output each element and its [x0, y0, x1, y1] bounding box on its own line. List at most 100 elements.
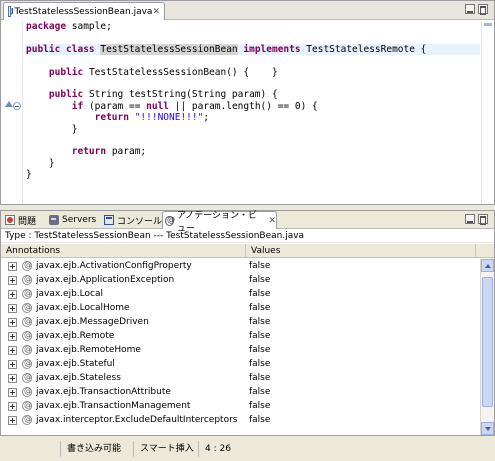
annotation-cell: javax.ejb.Stateful: [1, 358, 246, 369]
annotation-icon: [22, 414, 32, 425]
code-line[interactable]: public String testString(String param) {: [26, 89, 480, 100]
code-line[interactable]: if (param == null || param.length() == 0…: [26, 101, 480, 112]
code-token: }: [26, 169, 32, 181]
tab-servers[interactable]: Servers: [47, 211, 96, 229]
code-line[interactable]: return "!!!NONE!!!";: [26, 112, 480, 123]
table-row[interactable]: javax.ejb.MessageDriven false: [1, 315, 480, 329]
annotation-value: false: [249, 261, 271, 271]
scroll-up-icon[interactable]: [481, 259, 494, 272]
override-marker-icon[interactable]: [5, 101, 13, 107]
status-spacer: [0, 441, 60, 457]
code-token: return: [71, 146, 107, 158]
annotation-value: false: [249, 303, 271, 313]
code-line[interactable]: }: [26, 158, 480, 169]
scroll-down-icon[interactable]: [481, 422, 494, 435]
minimize-icon[interactable]: [465, 4, 475, 14]
maximize-icon[interactable]: [478, 4, 488, 14]
code-token: implements: [243, 43, 301, 55]
tab-annotation-view[interactable]: アノテーション・ビュー ✕: [162, 211, 277, 234]
servers-icon: [49, 215, 59, 225]
panel-tab-bar: 問題 Servers コンソール アノテーション・ビュー ✕: [1, 211, 494, 234]
java-editor: TestStatelessSessionBean.java ✕ package …: [0, 0, 495, 205]
table-row[interactable]: javax.ejb.Remote false: [1, 329, 480, 343]
scroll-thumb[interactable]: [482, 277, 493, 407]
expand-icon[interactable]: [8, 331, 17, 341]
table-row[interactable]: javax.ejb.TransactionManagement false: [1, 399, 480, 413]
annotations-table: Annotations Values javax.ejb.ActivationC…: [1, 244, 494, 435]
annotation-icon: [22, 386, 32, 397]
table-row[interactable]: javax.ejb.LocalHome false: [1, 301, 480, 315]
annotation-name: javax.ejb.TransactionAttribute: [36, 387, 171, 397]
expand-icon[interactable]: [8, 387, 17, 397]
expand-icon[interactable]: [8, 345, 17, 355]
code-token: null: [146, 100, 170, 112]
annotation-icon: [22, 288, 32, 299]
annotation-value: false: [249, 387, 271, 397]
editor-tab-label: TestStatelessSessionBean.java: [14, 6, 153, 17]
close-icon[interactable]: ✕: [268, 216, 276, 226]
table-row[interactable]: javax.ejb.RemoteHome false: [1, 343, 480, 357]
annotation-icon: [22, 260, 32, 271]
expand-icon[interactable]: [8, 317, 17, 327]
annotation-name: javax.ejb.LocalHome: [36, 303, 130, 313]
editor-tab[interactable]: TestStatelessSessionBean.java ✕: [3, 2, 165, 20]
table-row[interactable]: javax.ejb.ActivationConfigProperty false: [1, 259, 480, 273]
table-row[interactable]: javax.interceptor.ExcludeDefaultIntercep…: [1, 413, 480, 427]
code-token: sample;: [66, 21, 112, 32]
code-line[interactable]: [26, 135, 480, 146]
overview-ruler: [481, 21, 494, 204]
expand-icon[interactable]: [8, 401, 17, 411]
status-insert-mode: スマート挿入: [133, 441, 198, 457]
tab-problems[interactable]: 問題: [3, 211, 36, 229]
tab-console[interactable]: コンソール: [102, 211, 162, 229]
expand-icon[interactable]: [8, 275, 17, 285]
code-line[interactable]: [26, 32, 480, 43]
annotation-cell: javax.ejb.ActivationConfigProperty: [1, 260, 246, 271]
code-token: package: [26, 21, 67, 32]
annotation-value: false: [249, 401, 271, 411]
code-token: public: [48, 89, 84, 101]
close-icon[interactable]: ✕: [152, 7, 160, 17]
table-row[interactable]: javax.ejb.Local false: [1, 287, 480, 301]
expand-icon[interactable]: [8, 359, 17, 369]
annotation-name: javax.ejb.Remote: [36, 331, 115, 341]
maximize-icon[interactable]: [478, 214, 488, 224]
code-line[interactable]: package sample;: [26, 21, 480, 32]
expand-icon[interactable]: [8, 261, 17, 271]
code-line[interactable]: public class TestStatelessSessionBean im…: [26, 43, 480, 56]
table-row[interactable]: javax.ejb.Stateless false: [1, 371, 480, 385]
vertical-scrollbar[interactable]: [480, 259, 494, 435]
column-header-values[interactable]: Values: [246, 244, 476, 258]
tab-problems-label: 問題: [18, 216, 37, 227]
editor-body[interactable]: package sample; public class TestStateles…: [1, 21, 494, 204]
expand-icon[interactable]: [8, 289, 17, 299]
fold-collapse-icon[interactable]: [13, 102, 21, 110]
expand-icon[interactable]: [8, 415, 17, 425]
table-row[interactable]: javax.ejb.ApplicationException false: [1, 273, 480, 287]
code-line[interactable]: return param;: [26, 146, 480, 157]
status-cursor-position: 4 : 26: [198, 441, 278, 457]
code-line[interactable]: [26, 78, 480, 89]
console-icon: [104, 215, 114, 225]
code-line[interactable]: public TestStatelessSessionBean() { }: [26, 67, 480, 78]
table-row[interactable]: javax.ejb.TransactionAttribute false: [1, 385, 480, 399]
column-header-annotations[interactable]: Annotations: [1, 244, 246, 258]
annotation-cell: javax.ejb.MessageDriven: [1, 316, 246, 327]
annotation-name: javax.ejb.Stateless: [36, 373, 121, 383]
expand-icon[interactable]: [8, 303, 17, 313]
panel-window-controls: [465, 214, 488, 224]
table-row[interactable]: javax.ejb.Stateful false: [1, 357, 480, 371]
minimize-icon[interactable]: [465, 214, 475, 224]
code-token: TestStatelessSessionBean: [100, 43, 238, 55]
annotation-icon: [22, 302, 32, 313]
code-line[interactable]: }: [26, 169, 480, 180]
expand-icon[interactable]: [8, 373, 17, 383]
annotation-name: javax.ejb.Local: [36, 289, 103, 299]
overview-mark[interactable]: [484, 23, 492, 26]
code-line[interactable]: }: [26, 124, 480, 135]
code-line[interactable]: [26, 55, 480, 66]
code-area[interactable]: package sample; public class TestStateles…: [26, 21, 480, 204]
